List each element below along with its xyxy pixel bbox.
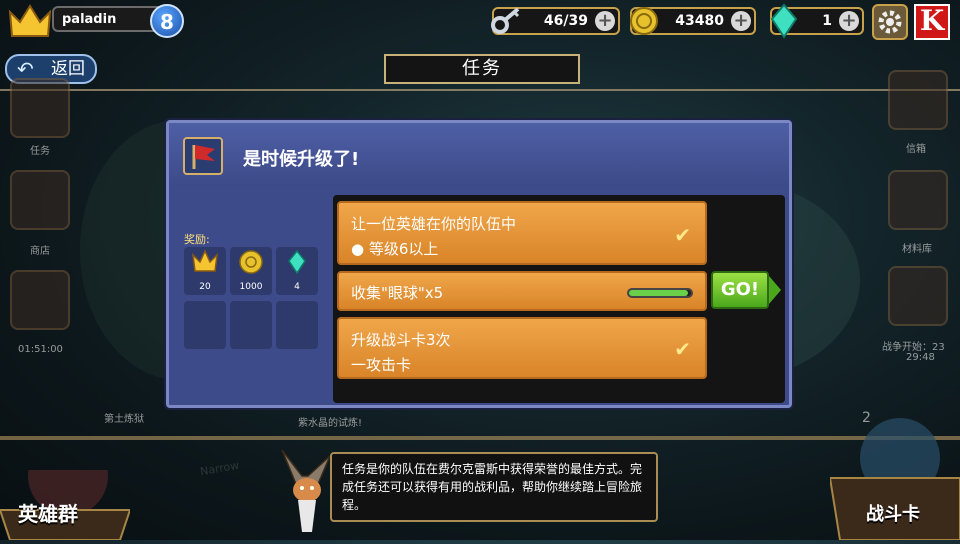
sidebar-item-battle[interactable] — [888, 266, 948, 326]
task-text: 让一位英雄在你的队伍中 — [351, 215, 517, 233]
checkmark-icon: ✔ — [674, 337, 691, 361]
quest-flag-badge — [183, 137, 223, 175]
reward-slot-empty — [230, 301, 272, 349]
gold-value: 43480 — [675, 13, 724, 29]
flag-icon — [192, 145, 215, 169]
wizard-advisor-icon — [281, 449, 331, 532]
quest-dialog-header: 是时候升级了! — [169, 123, 789, 187]
task-text: 升级战斗卡3次 — [351, 331, 451, 349]
settings-button[interactable] — [872, 4, 908, 40]
gold-coin-icon — [239, 250, 263, 274]
go-button[interactable]: GO! — [711, 271, 781, 309]
player-level-badge[interactable]: 8 — [150, 4, 184, 38]
sidebar-item-mail-label: 信箱 — [906, 144, 926, 155]
top-bar: paladin 8 46/39 + 43480 + 1 + K — [0, 0, 960, 44]
task-item: 让一位英雄在你的队伍中 ● 等级6以上 ✔ — [337, 201, 707, 265]
cards-label: 战斗卡 — [866, 504, 920, 525]
task-text: 收集"眼球"x5 — [351, 284, 444, 302]
sidebar-item-mail[interactable] — [888, 70, 948, 130]
kongregate-button[interactable]: K — [914, 4, 950, 40]
gems-value: 1 — [822, 13, 832, 29]
sidebar-item-shop-label: 商店 — [30, 246, 50, 257]
reward-slot: 4 — [276, 247, 318, 295]
crown-icon — [8, 4, 52, 37]
task-subtext: 一攻击卡 — [351, 356, 412, 374]
chest-timer: 01:51:00 — [18, 344, 63, 355]
back-label: 返回 — [51, 59, 85, 79]
reward-count: 4 — [294, 282, 300, 292]
sidebar-item-materials-label: 材料库 — [902, 244, 932, 255]
reward-count: 1000 — [239, 282, 263, 292]
task-item: 收集"眼球"x5 — [337, 271, 707, 311]
battle-start-time: 29:48 — [906, 352, 935, 363]
rewards-label: 奖励: — [184, 233, 210, 246]
task-progress-bar — [627, 288, 693, 298]
battle-start-label: 战争开始：23 — [882, 342, 945, 353]
gems-counter: 1 + — [770, 3, 864, 39]
heroes-label: 英雄群 — [18, 502, 78, 526]
crown-icon — [191, 249, 219, 272]
gem-icon — [288, 249, 306, 275]
sidebar-item-shop[interactable] — [10, 170, 70, 230]
gold-coin-icon — [630, 7, 658, 35]
title-divider — [0, 89, 960, 91]
sidebar-item-materials[interactable] — [888, 170, 948, 230]
advisor-tip-text: 任务是你的队伍在费尔克雷斯中获得荣誉的最佳方式。完成任务还可以获得有用的战利品，… — [330, 452, 658, 522]
reward-count: 20 — [199, 282, 211, 292]
page-title: 任务 — [384, 54, 580, 84]
add-gems-button[interactable]: + — [839, 11, 859, 31]
add-keys-button[interactable]: + — [595, 11, 615, 31]
sidebar-item-chest[interactable] — [10, 270, 70, 330]
sidebar-item-quest-label: 任务 — [30, 146, 50, 157]
map-challenge-label: 紫水晶的试炼! — [298, 418, 363, 429]
gem-icon — [770, 3, 798, 39]
task-item: 升级战斗卡3次 一攻击卡 ✔ — [337, 317, 707, 379]
quest-dialog: 是时候升级了! 奖励: 20 1000 4 让一位英雄在你的队伍中 ● 等级6以… — [166, 120, 792, 408]
quest-title: 是时候升级了! — [243, 149, 360, 170]
keys-counter: 46/39 + — [491, 7, 620, 35]
map-dungeon-label: 第土炼狱 — [104, 414, 144, 425]
sidebar-item-quest[interactable] — [10, 78, 70, 138]
gear-icon — [878, 10, 902, 34]
cards-badge: 2 — [862, 410, 871, 426]
key-icon — [491, 7, 520, 34]
task-progress-fill — [629, 290, 688, 296]
reward-slot: 1000 — [230, 247, 272, 295]
gold-counter: 43480 + — [630, 7, 756, 35]
add-gold-button[interactable]: + — [731, 11, 751, 31]
reward-slot-empty — [276, 301, 318, 349]
checkmark-icon: ✔ — [674, 223, 691, 247]
bottom-divider — [0, 436, 960, 440]
task-subtext: ● 等级6以上 — [351, 240, 439, 258]
reward-slot: 20 — [184, 247, 226, 295]
reward-slot-empty — [184, 301, 226, 349]
keys-value: 46/39 — [543, 13, 588, 29]
